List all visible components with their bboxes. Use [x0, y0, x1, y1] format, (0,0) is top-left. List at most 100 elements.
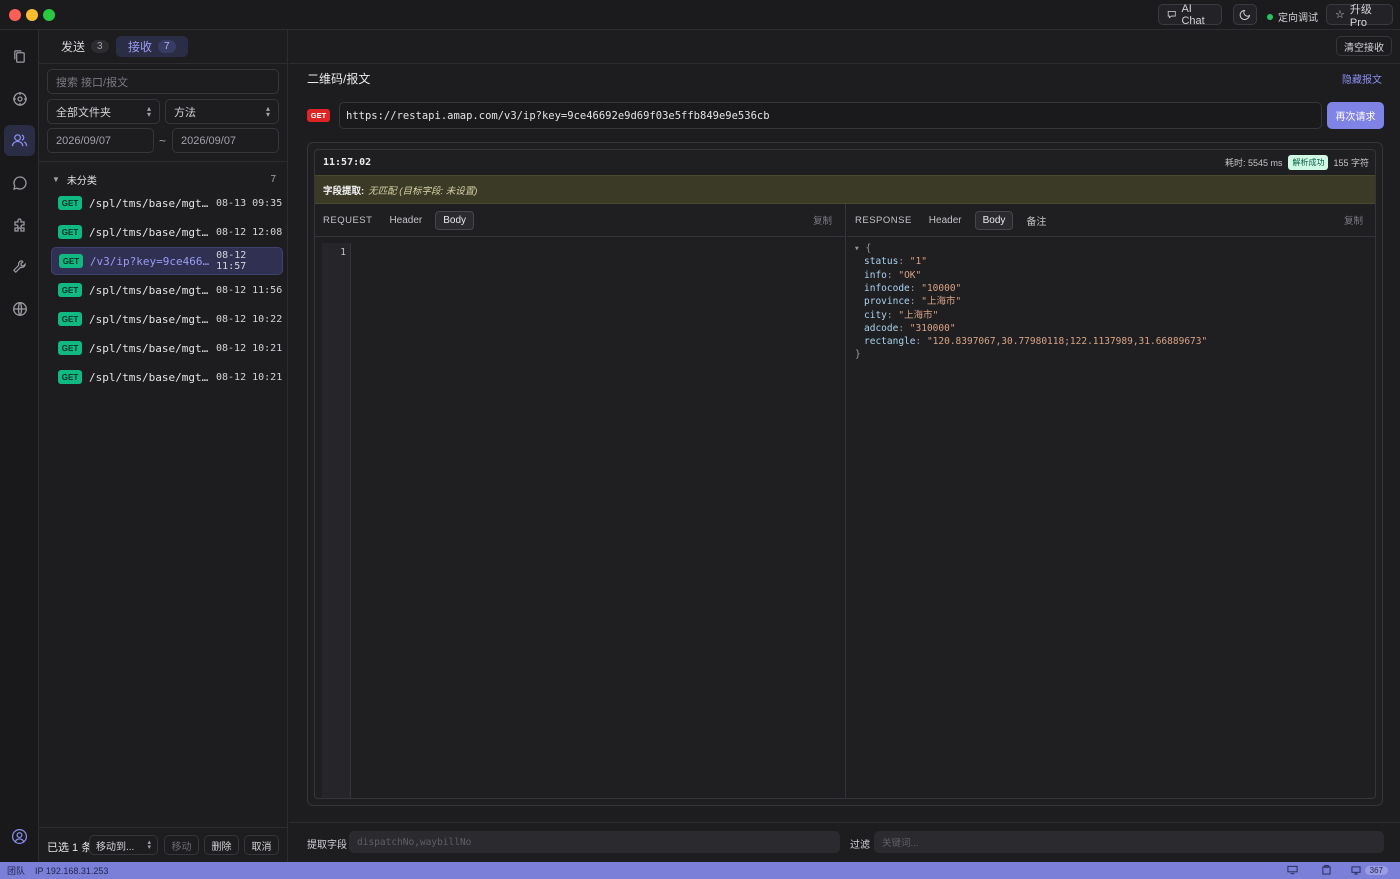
item-path: /spl/tms/base/mgt/me...: [89, 341, 210, 355]
date-to-input[interactable]: 2026/09/07: [172, 128, 279, 153]
item-time: 08-12 11:56: [216, 284, 283, 296]
request-pane: REQUEST Header Body 复制 1: [315, 204, 846, 798]
json-line: infocode: "10000": [864, 282, 962, 294]
ai-chat-button[interactable]: AI Chat: [1158, 3, 1222, 27]
crosshair-icon: [12, 91, 27, 106]
tab-send[interactable]: 发送 3: [49, 36, 121, 57]
move-button[interactable]: 移动: [164, 835, 199, 855]
request-tab-header[interactable]: Header: [382, 211, 429, 230]
request-body-editor[interactable]: [351, 243, 841, 798]
status-bar: 团队 IP 192.168.31.253 367: [0, 862, 1400, 879]
rail-copy[interactable]: [4, 41, 35, 72]
rail-plugins[interactable]: [4, 209, 35, 240]
list-item[interactable]: GET /spl/tms/base/mgt/me... 08-12 10:21: [51, 364, 283, 390]
status-dot-icon: [1267, 13, 1273, 20]
list-item[interactable]: GET /spl/tms/base/mgt/me... 08-13 09:35: [51, 190, 283, 216]
rail-tools[interactable]: [4, 251, 35, 282]
tab-send-label: 发送: [61, 40, 86, 54]
group-count: 7: [270, 173, 276, 185]
method-badge: GET: [307, 109, 330, 122]
upgrade-pro-button[interactable]: ☆ 升级 Pro: [1326, 4, 1393, 29]
folder-select[interactable]: 全部文件夹 ▴ ▾: [47, 99, 160, 124]
response-tab-header[interactable]: Header: [922, 211, 969, 230]
item-time: 08-12 12:08: [216, 226, 283, 238]
clear-received-button[interactable]: 清空接收: [1336, 36, 1392, 56]
selected-count: 已选 1 条: [47, 842, 93, 854]
minimize-window-button[interactable]: [26, 9, 38, 21]
monitor-status[interactable]: 367: [1351, 866, 1388, 875]
elapsed-time: 耗时: 5545 ms: [1224, 157, 1283, 168]
request-tab-body[interactable]: Body: [435, 210, 475, 230]
method-badge: GET: [59, 254, 83, 268]
monitor-count-badge: 367: [1364, 866, 1388, 875]
item-path: /spl/tms/base/mgt/me...: [89, 370, 210, 384]
tab-receive-count: 7: [158, 40, 176, 53]
request-copy-button[interactable]: 复制: [813, 213, 832, 227]
resend-button[interactable]: 再次请求: [1327, 102, 1384, 129]
folder-select-value: 全部文件夹: [56, 106, 111, 119]
response-json-viewer: ▾ { status: "1" info: "OK" infocode: "10…: [847, 242, 1375, 798]
updown-icon: ▴ ▾: [147, 839, 151, 851]
method-badge: GET: [58, 225, 82, 239]
updown-icon: ▴ ▾: [265, 103, 270, 119]
rail-users[interactable]: [4, 125, 35, 156]
clipboard-icon[interactable]: [1322, 864, 1331, 877]
close-window-button[interactable]: [9, 9, 21, 21]
json-open-brace[interactable]: ▾ {: [854, 242, 871, 255]
theme-toggle-button[interactable]: [1233, 4, 1257, 25]
date-from-input[interactable]: 2026/09/07: [47, 128, 154, 153]
monitor-icon: [1351, 866, 1361, 875]
extract-label: 字段提取:: [323, 185, 365, 197]
list-item[interactable]: GET /spl/tms/base/mgt/me... 08-12 11:56: [51, 277, 283, 303]
message-panel: 11:57:02 耗时: 5545 ms 解析成功 155 字符 字段提取: 无…: [307, 142, 1383, 806]
search-input[interactable]: 搜索 接口/报文: [47, 69, 279, 94]
screen-capture-icon[interactable]: [1287, 865, 1298, 877]
filter-label: 过滤: [850, 840, 870, 851]
cancel-button[interactable]: 取消: [244, 835, 279, 855]
ip-address: IP 192.168.31.253: [35, 865, 109, 876]
copy-icon: [14, 50, 25, 63]
hide-message-link[interactable]: 隐藏报文: [1342, 71, 1382, 86]
url-input[interactable]: https://restapi.amap.com/v3/ip?key=9ce46…: [339, 102, 1322, 129]
response-tab-body[interactable]: Body: [974, 210, 1014, 230]
caret-down-icon: ▼: [52, 174, 60, 184]
users-icon: [11, 134, 28, 147]
page-title: 二维码/报文: [307, 72, 371, 86]
debug-label: 定向调试: [1278, 13, 1318, 24]
item-time: 08-13 09:35: [216, 197, 283, 209]
extract-value: 无匹配 (目标字段: 未设置): [368, 185, 478, 197]
group-header[interactable]: ▼ 未分类 7: [52, 172, 276, 187]
filter-input[interactable]: 关键词...: [874, 831, 1384, 853]
response-copy-button[interactable]: 复制: [1344, 213, 1363, 227]
response-tab-notes[interactable]: 备注: [1019, 211, 1053, 230]
globe-icon: [12, 301, 27, 316]
list-item-selected[interactable]: GET /v3/ip?key=9ce46692e... 08-12 11:57: [51, 247, 283, 275]
rail-account[interactable]: [4, 821, 35, 852]
extract-field-label: 提取字段: [307, 840, 347, 851]
extract-field-input[interactable]: dispatchNo,waybillNo: [349, 831, 840, 853]
list-item[interactable]: GET /spl/tms/base/mgt/me... 08-12 10:22: [51, 306, 283, 332]
method-select[interactable]: 方法 ▴ ▾: [165, 99, 279, 124]
rail-globe[interactable]: [4, 293, 35, 324]
tab-receive[interactable]: 接收 7: [116, 36, 188, 57]
method-badge: GET: [58, 370, 82, 384]
team-label[interactable]: 团队: [7, 864, 25, 877]
message-time: 11:57:02: [323, 156, 372, 168]
item-path: /spl/tms/base/mgt/me...: [89, 283, 210, 297]
method-badge: GET: [58, 341, 82, 355]
debug-status[interactable]: 定向调试: [1267, 9, 1318, 24]
delete-button[interactable]: 删除: [204, 835, 239, 855]
rail-target[interactable]: [4, 83, 35, 114]
move-to-select[interactable]: 移动到... ▴ ▾: [89, 835, 158, 855]
response-pane: RESPONSE Header Body 备注 复制 ▾ { status: "…: [847, 204, 1375, 798]
item-time: 08-12 11:57: [216, 250, 247, 272]
line-number: 1: [340, 247, 346, 258]
list-item[interactable]: GET /spl/tms/base/mgt/me... 08-12 10:21: [51, 335, 283, 361]
message-icon: [12, 175, 27, 190]
item-time: 08-12 10:22: [216, 313, 283, 325]
updown-icon: ▴ ▾: [146, 103, 151, 119]
rail-messages[interactable]: [4, 167, 35, 198]
list-item[interactable]: GET /spl/tms/base/mgt/me... 08-12 12:08: [51, 219, 283, 245]
move-to-value: 移动到...: [96, 841, 135, 853]
zoom-window-button[interactable]: [43, 9, 55, 21]
